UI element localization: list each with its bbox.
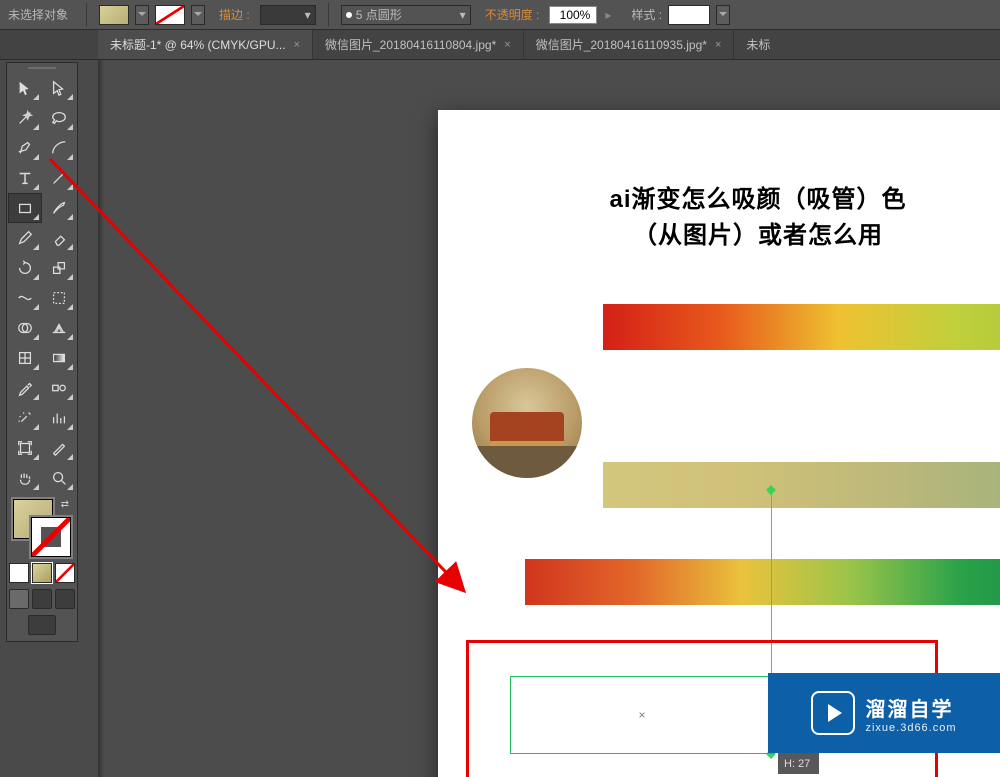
draw-inside[interactable] [55, 589, 75, 609]
width-tool[interactable] [8, 283, 42, 313]
type-tool[interactable] [8, 163, 42, 193]
color-mode-gradient[interactable] [32, 563, 52, 583]
gradient-tool[interactable] [42, 343, 76, 373]
tab-overflow[interactable]: 未标 [734, 30, 782, 59]
gradient-bar-2[interactable] [603, 462, 1000, 508]
sample-image-circle[interactable] [472, 368, 582, 478]
drawing-rectangle[interactable]: × [510, 676, 774, 754]
opacity-label: 不透明度 : [485, 6, 540, 23]
color-mode-row [9, 563, 75, 583]
tab-label: 微信图片_20180416110935.jpg* [536, 36, 707, 53]
opacity-input[interactable]: 100% [549, 6, 597, 24]
perspective-grid-tool[interactable] [42, 313, 76, 343]
tab-image-0804[interactable]: 微信图片_20180416110804.jpg* × [313, 30, 524, 59]
fill-dropdown[interactable] [135, 5, 149, 25]
zoom-tool[interactable] [42, 463, 76, 493]
scale-tool[interactable] [42, 253, 76, 283]
artboard-tool[interactable] [8, 433, 42, 463]
document-tab-bar: 未标题-1* @ 64% (CMYK/GPU... × 微信图片_2018041… [0, 30, 1000, 60]
line-tool[interactable] [42, 163, 76, 193]
watermark-url: zixue.3d66.com [865, 722, 956, 734]
gradient-bar-3[interactable] [525, 559, 1000, 605]
fill-stroke-indicator[interactable]: ⇄ [13, 499, 71, 557]
slice-tool[interactable] [42, 433, 76, 463]
center-marker-icon: × [638, 708, 645, 722]
close-icon[interactable]: × [715, 39, 721, 51]
tab-untitled-1[interactable]: 未标题-1* @ 64% (CMYK/GPU... × [98, 30, 313, 59]
lasso-tool[interactable] [42, 103, 76, 133]
color-mode-solid[interactable] [9, 563, 29, 583]
draw-behind[interactable] [32, 589, 52, 609]
stroke-swatch[interactable] [155, 5, 185, 25]
direct-selection-tool[interactable] [42, 73, 76, 103]
blend-tool[interactable] [42, 373, 76, 403]
symbol-sprayer-tool[interactable] [8, 403, 42, 433]
toolbox-panel: ⇄ [6, 62, 78, 642]
gradient-bar-1[interactable] [603, 304, 1000, 350]
color-mode-none[interactable] [55, 563, 75, 583]
panel-grip[interactable] [7, 63, 77, 73]
hand-tool[interactable] [8, 463, 42, 493]
draw-normal[interactable] [9, 589, 29, 609]
rotate-tool[interactable] [8, 253, 42, 283]
screen-mode-button[interactable] [28, 615, 56, 635]
close-icon[interactable]: × [294, 39, 300, 51]
fill-swatch[interactable] [99, 5, 129, 25]
style-label: 样式 : [631, 6, 662, 23]
pencil-tool[interactable] [8, 223, 42, 253]
style-swatch[interactable] [668, 5, 710, 25]
no-selection-label: 未选择对象 [8, 6, 68, 23]
tab-label: 微信图片_20180416110804.jpg* [325, 36, 496, 53]
curvature-tool[interactable] [42, 133, 76, 163]
canvas-area[interactable]: ai渐变怎么吸颜（吸管）色 （从图片）或者怎么用 × W: 77H: 27 [98, 60, 1000, 777]
stroke-profile-select[interactable]: 5 点圆形 ▾ [341, 5, 471, 25]
shape-builder-tool[interactable] [8, 313, 42, 343]
column-graph-tool[interactable] [42, 403, 76, 433]
stroke-color-box[interactable] [31, 517, 71, 557]
pen-tool[interactable] [8, 133, 42, 163]
play-icon [811, 691, 855, 735]
selection-tool[interactable] [8, 73, 42, 103]
tab-label: 未标 [746, 36, 770, 53]
watermark-title: 溜溜自学 [865, 693, 956, 722]
swap-fill-stroke-icon[interactable]: ⇄ [61, 499, 69, 510]
free-transform-tool[interactable] [42, 283, 76, 313]
tab-image-0935[interactable]: 微信图片_20180416110935.jpg* × [524, 30, 735, 59]
mesh-tool[interactable] [8, 343, 42, 373]
artwork-title: ai渐变怎么吸颜（吸管）色 （从图片）或者怎么用 [466, 182, 1000, 254]
close-icon[interactable]: × [504, 39, 510, 51]
tab-label: 未标题-1* @ 64% (CMYK/GPU... [110, 36, 286, 53]
paintbrush-tool[interactable] [42, 193, 76, 223]
style-dropdown[interactable] [716, 5, 730, 25]
stroke-dropdown[interactable] [191, 5, 205, 25]
stroke-weight-input[interactable]: ▾ [260, 5, 316, 25]
magic-wand-tool[interactable] [8, 103, 42, 133]
control-bar: 未选择对象 描边 : ▾ 5 点圆形 ▾ 不透明度 : 100% ▸ 样式 : [0, 0, 1000, 30]
eraser-tool[interactable] [42, 223, 76, 253]
watermark-badge: 溜溜自学 zixue.3d66.com [768, 673, 1000, 753]
rectangle-tool[interactable] [8, 193, 42, 223]
eyedropper-tool[interactable] [8, 373, 42, 403]
stroke-label: 描边 : [219, 6, 250, 23]
draw-mode-row [9, 589, 75, 609]
